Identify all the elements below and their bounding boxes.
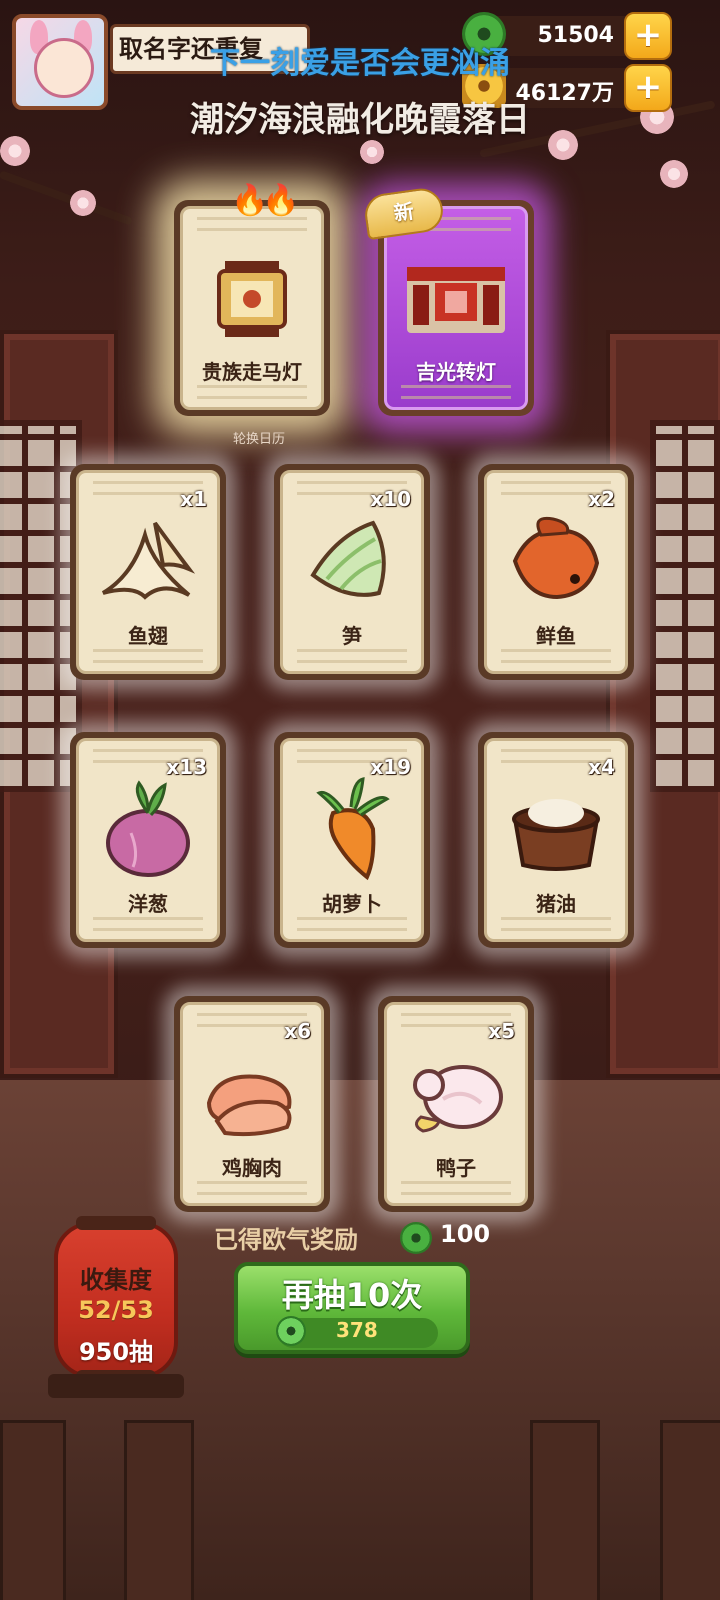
blossom <box>0 136 30 166</box>
draw-again-label: 再抽10次 <box>281 1276 423 1314</box>
blossom <box>360 140 384 164</box>
total-draws: 950抽 <box>78 1338 154 1366</box>
card-name: 鸭子 <box>436 1156 476 1180</box>
rewards-value: 100 <box>440 1220 491 1248</box>
floor-post <box>530 1420 600 1600</box>
add-gold-button[interactable]: + <box>624 64 672 112</box>
avatar-face <box>34 38 94 98</box>
card-face: x4 猪油 <box>484 738 628 942</box>
draw-cost: 378 <box>336 1318 378 1342</box>
ingredient-card[interactable]: x5 鸭子 <box>378 996 534 1212</box>
carrot-icon <box>316 777 390 881</box>
featured-card[interactable]: 🔥🔥 贵族走马灯 <box>174 183 330 416</box>
add-jade-button[interactable]: + <box>624 12 672 60</box>
jade-coin-icon <box>400 1222 432 1254</box>
card-name: 笋 <box>342 624 362 648</box>
jade-coin-icon <box>276 1316 306 1346</box>
card-face: x5 鸭子 <box>384 1002 528 1206</box>
collection-label: 收集度 <box>80 1266 152 1294</box>
card-face: x1 鱼翅 <box>76 470 220 674</box>
card-name: 洋葱 <box>128 892 168 916</box>
fish-icon <box>512 516 600 600</box>
floor-post <box>124 1420 194 1600</box>
draw-again-button[interactable]: 再抽10次 378 <box>234 1262 470 1354</box>
card-name: 吉光转灯 <box>416 360 496 384</box>
collection-progress[interactable]: 收集度 52/53 950抽 <box>54 1216 178 1384</box>
bamboo-shoot-icon <box>310 520 386 597</box>
shark-fin-icon <box>101 521 196 600</box>
card-name: 鲜鱼 <box>536 624 576 648</box>
collection-count: 52/53 <box>78 1296 154 1324</box>
branch <box>0 170 133 226</box>
new-badge: 新 <box>362 185 446 241</box>
ingredient-card[interactable]: x19 胡萝卜 <box>274 732 430 948</box>
player-name[interactable]: 取名字还重复 <box>110 24 310 74</box>
duck-icon <box>413 1065 503 1133</box>
jade-currency: 51504 + <box>462 12 672 60</box>
blossom <box>660 160 688 188</box>
card-name: 胡萝卜 <box>322 892 382 916</box>
ingredient-card[interactable]: x4 猪油 <box>478 732 634 948</box>
blossom <box>70 190 96 216</box>
card-face: x10 笋 <box>280 470 424 674</box>
lantern-icon <box>217 261 287 338</box>
ingredient-card[interactable]: x13 洋葱 <box>70 732 226 948</box>
lantern-stand <box>48 1374 184 1398</box>
gold-coin-icon <box>462 64 506 108</box>
chicken-breast-icon <box>206 1074 292 1137</box>
card-face: x2 鲜鱼 <box>484 470 628 674</box>
floor-post <box>0 1420 66 1600</box>
flame-icon: 🔥🔥 <box>231 183 300 218</box>
rewards-label: 已得欧气奖励 <box>214 1226 358 1254</box>
jade-amount: 51504 <box>537 23 614 48</box>
onion-icon <box>106 780 190 878</box>
card-name: 猪油 <box>536 892 576 916</box>
ingredient-card[interactable]: x1 鱼翅 <box>70 464 226 680</box>
card-face: x6 鸡胸肉 <box>180 1002 324 1206</box>
ingredient-card[interactable]: x10 笋 <box>274 464 430 680</box>
card-name: 贵族走马灯 <box>202 360 302 384</box>
ingredient-card[interactable]: x6 鸡胸肉 <box>174 996 330 1212</box>
jade-coin-icon <box>462 12 506 56</box>
card-name: 鱼翅 <box>128 624 168 648</box>
floor-post <box>660 1420 720 1600</box>
card-face: x19 胡萝卜 <box>280 738 424 942</box>
lard-icon <box>512 799 600 872</box>
featured-card[interactable]: 新 吉光转灯 <box>362 185 534 416</box>
blossom <box>548 130 578 160</box>
player-avatar[interactable] <box>12 14 108 110</box>
card-name: 鸡胸肉 <box>222 1156 282 1180</box>
card-face: 新 吉光转灯 <box>362 185 528 410</box>
branch <box>479 100 716 158</box>
calendar-caption[interactable]: 轮换日历 <box>204 428 314 447</box>
card-face: x13 洋葱 <box>76 738 220 942</box>
ingredient-card[interactable]: x2 鲜鱼 <box>478 464 634 680</box>
stage-scene-icon <box>407 267 505 334</box>
gold-currency: 46127万 + <box>462 64 672 112</box>
game-screen: 取名字还重复 51504 + 46127万 + 下一刻爱是否会更汹涌 潮汐海浪融… <box>0 0 720 1600</box>
gold-amount: 46127万 <box>515 81 614 106</box>
lantern-cap <box>76 1216 156 1230</box>
right-lattice-window <box>650 420 720 792</box>
card-face: 🔥🔥 贵族走马灯 <box>180 183 324 410</box>
